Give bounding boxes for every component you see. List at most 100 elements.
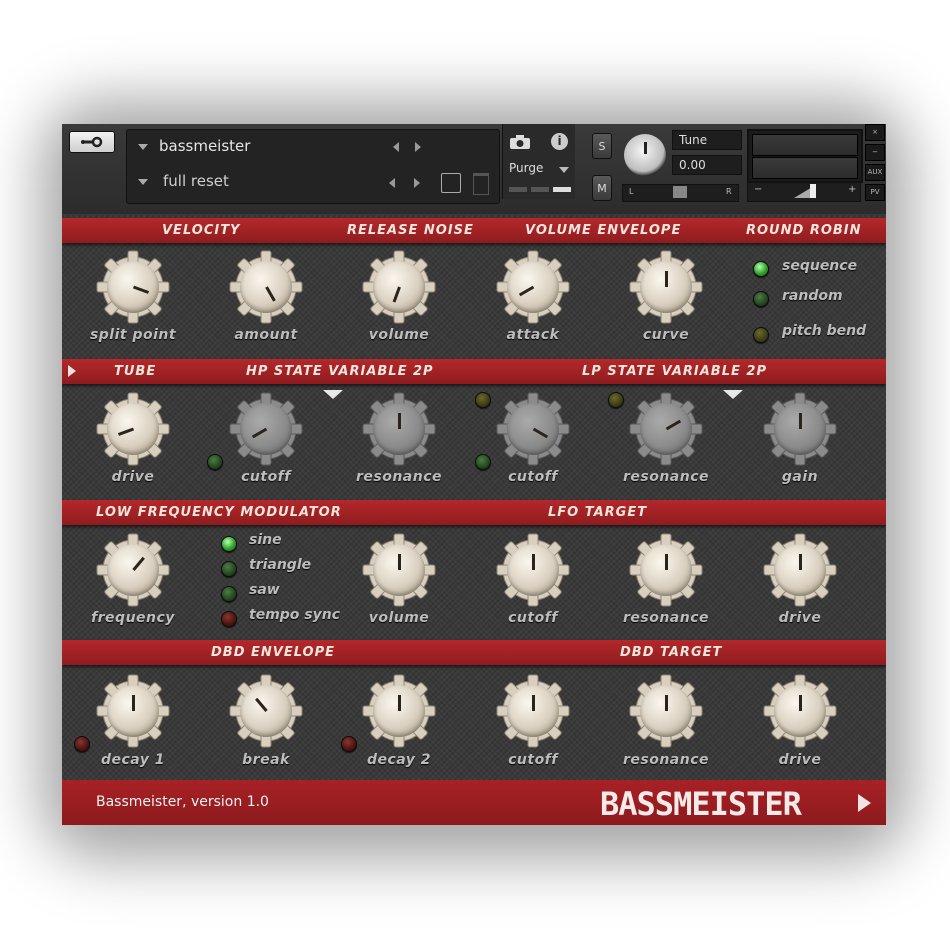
dbd-drive-knob[interactable]	[762, 673, 838, 749]
camera-icon[interactable]	[509, 134, 531, 150]
amount-label: amount	[234, 327, 298, 343]
saw-option[interactable]: saw	[249, 582, 280, 598]
lfo-resonance-knob[interactable]	[628, 532, 704, 608]
version-text: Bassmeister, version 1.0	[96, 794, 269, 810]
instrument-name: bassmeister	[159, 137, 251, 155]
hp-resonance-knob[interactable]	[361, 391, 437, 467]
chevron-down-icon[interactable]	[559, 167, 569, 173]
attack-knob[interactable]	[495, 249, 571, 325]
hp-cutoff-knob[interactable]	[228, 391, 304, 467]
break-knob[interactable]	[228, 673, 304, 749]
lfo-title: LOW FREQUENCY MODULATOR	[96, 505, 342, 520]
curve-knob[interactable]	[628, 249, 704, 325]
dbd-target-title: DBD TARGET	[620, 645, 723, 660]
dbd-cutoff-knob[interactable]	[495, 673, 571, 749]
lp-pre-led[interactable]	[475, 392, 491, 408]
random-option[interactable]: random	[782, 288, 843, 304]
hp-enable-led[interactable]	[207, 454, 223, 470]
lp-filter-title: LP STATE VARIABLE 2P	[582, 364, 767, 379]
next-preset-icon[interactable]	[414, 178, 420, 188]
hp-mode-dropdown-icon[interactable]	[323, 390, 343, 399]
lp-post-led[interactable]	[608, 392, 624, 408]
purge-indicator	[531, 187, 549, 192]
minimize-button[interactable]: −	[865, 144, 885, 161]
wrench-button[interactable]	[69, 131, 115, 153]
lfo-drive-knob[interactable]	[762, 532, 838, 608]
purge-label[interactable]: Purge	[509, 161, 543, 175]
level-meter-left	[752, 134, 858, 156]
chevron-down-icon[interactable]	[138, 144, 148, 150]
curve-label: curve	[642, 327, 690, 343]
tempo-sync-led[interactable]	[221, 611, 237, 627]
lp-cutoff-knob[interactable]	[495, 391, 571, 467]
decay1-knob[interactable]	[95, 673, 171, 749]
volume-handle[interactable]	[810, 184, 816, 198]
triangle-led[interactable]	[221, 561, 237, 577]
chevron-down-icon[interactable]	[138, 179, 148, 185]
sine-led[interactable]	[221, 536, 237, 552]
decay2-label: decay 2	[366, 752, 432, 768]
random-led[interactable]	[753, 291, 769, 307]
lp-enable-led[interactable]	[475, 454, 491, 470]
release-volume-label: volume	[368, 327, 430, 343]
pitch-bend-option[interactable]: pitch bend	[782, 323, 866, 339]
gain-knob[interactable]	[762, 391, 838, 467]
tempo-sync-option[interactable]: tempo sync	[249, 607, 340, 623]
dbd-cutoff-label: cutoff	[508, 752, 558, 768]
lfo-frequency-knob[interactable]	[95, 532, 171, 608]
mute-button[interactable]: M	[592, 175, 612, 201]
window-controls: × − AUX PV	[865, 124, 885, 201]
decay2-knob[interactable]	[361, 673, 437, 749]
triangle-option[interactable]: triangle	[249, 557, 311, 573]
release-volume-knob[interactable]	[361, 249, 437, 325]
tune-knob[interactable]	[624, 134, 666, 176]
amount-knob[interactable]	[228, 249, 304, 325]
preset-row[interactable]: full reset	[127, 166, 427, 198]
sequence-option[interactable]: sequence	[782, 258, 857, 274]
info-icon[interactable]: i	[551, 133, 568, 150]
lfo-volume-knob[interactable]	[361, 532, 437, 608]
lp-resonance-knob[interactable]	[628, 391, 704, 467]
tune-value[interactable]: 0.00	[672, 155, 742, 175]
tube-drive-knob[interactable]	[95, 391, 171, 467]
saw-led[interactable]	[221, 586, 237, 602]
next-instrument-icon[interactable]	[415, 142, 421, 152]
wrench-icon	[81, 136, 103, 148]
save-preset-icon[interactable]	[441, 173, 461, 193]
pv-button[interactable]: PV	[865, 184, 885, 201]
split-point-knob[interactable]	[95, 249, 171, 325]
plugin-window: bassmeister full reset i Purge S M Tune …	[62, 124, 886, 825]
level-meter-right	[752, 157, 858, 179]
close-button[interactable]: ×	[865, 124, 885, 141]
next-page-icon[interactable]	[858, 794, 871, 812]
pan-slider[interactable]: L R	[622, 184, 739, 202]
pan-handle[interactable]	[673, 186, 687, 198]
lp-mode-dropdown-icon[interactable]	[723, 390, 743, 399]
dbd-resonance-knob[interactable]	[628, 673, 704, 749]
aux-button[interactable]: AUX	[865, 164, 885, 181]
section-header-row1: VELOCITY RELEASE NOISE VOLUME ENVELOPE R…	[62, 218, 886, 243]
prev-preset-icon[interactable]	[389, 178, 395, 188]
lfo-cutoff-knob[interactable]	[495, 532, 571, 608]
expand-arrow-icon[interactable]	[68, 365, 76, 377]
hp-filter-title: HP STATE VARIABLE 2P	[246, 364, 434, 379]
sequence-led[interactable]	[753, 261, 769, 277]
velocity-title: VELOCITY	[162, 223, 241, 238]
gain-label: gain	[781, 469, 819, 485]
prev-instrument-icon[interactable]	[393, 142, 399, 152]
release-noise-title: RELEASE NOISE	[347, 223, 474, 238]
delete-preset-icon[interactable]	[473, 173, 489, 195]
sine-option[interactable]: sine	[249, 532, 282, 548]
attack-label: attack	[506, 327, 560, 343]
instrument-name-row[interactable]: bassmeister	[127, 130, 427, 162]
volume-slider[interactable]: − +	[747, 182, 861, 202]
decay1-led[interactable]	[74, 736, 90, 752]
solo-button[interactable]: S	[592, 133, 612, 159]
tube-title: TUBE	[114, 364, 157, 379]
pitch-bend-led[interactable]	[753, 327, 769, 343]
decay2-led[interactable]	[341, 736, 357, 752]
decay1-label: decay 1	[100, 752, 166, 768]
lfo-resonance-label: resonance	[622, 610, 710, 626]
tune-label: Tune	[672, 130, 742, 150]
lp-resonance-label: resonance	[622, 469, 710, 485]
